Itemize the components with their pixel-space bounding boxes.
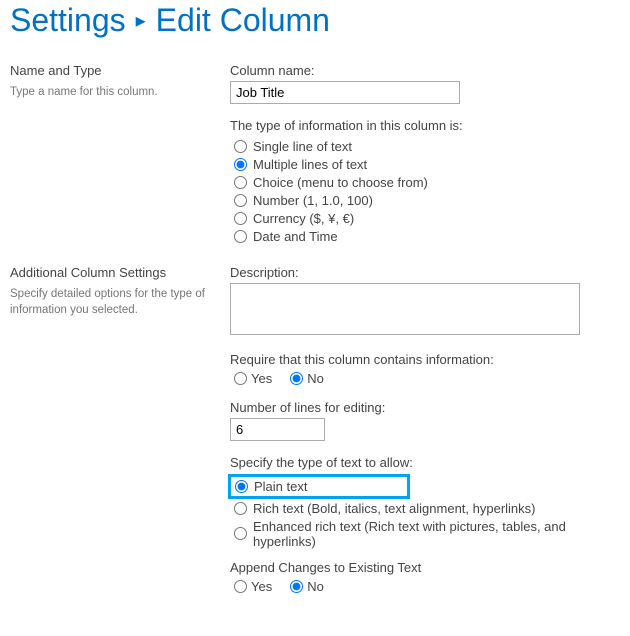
require-no-label[interactable]: No xyxy=(307,371,324,386)
numlines-input[interactable] xyxy=(230,418,325,441)
plain-text-highlight: Plain text xyxy=(228,474,410,499)
breadcrumb: Settings ▸ Edit Column xyxy=(10,2,620,39)
texttype-rich-label[interactable]: Rich text (Bold, italics, text alignment… xyxy=(253,501,536,516)
type-choice-radio[interactable] xyxy=(234,176,247,189)
type-radio-list: Single line of text Multiple lines of te… xyxy=(230,137,620,245)
chevron-right-icon: ▸ xyxy=(136,8,146,33)
require-label: Require that this column contains inform… xyxy=(230,352,620,367)
texttype-plain-label[interactable]: Plain text xyxy=(254,479,307,494)
section-name-and-type: Name and Type Type a name for this colum… xyxy=(10,63,620,245)
texttype-rich-radio[interactable] xyxy=(234,502,247,515)
type-currency-radio[interactable] xyxy=(234,212,247,225)
section-additional-settings: Additional Column Settings Specify detai… xyxy=(10,265,620,594)
name-type-desc: Type a name for this column. xyxy=(10,84,214,100)
breadcrumb-current: Edit Column xyxy=(156,2,330,39)
append-yes-label[interactable]: Yes xyxy=(251,579,272,594)
description-label: Description: xyxy=(230,265,620,280)
texttype-enhanced-radio[interactable] xyxy=(234,527,247,540)
require-no-radio[interactable] xyxy=(290,372,303,385)
additional-desc: Specify detailed options for the type of… xyxy=(10,286,214,318)
type-single-label[interactable]: Single line of text xyxy=(253,139,352,154)
require-yes-radio[interactable] xyxy=(234,372,247,385)
type-multi-label[interactable]: Multiple lines of text xyxy=(253,157,367,172)
append-yes-radio[interactable] xyxy=(234,580,247,593)
breadcrumb-settings-link[interactable]: Settings xyxy=(10,2,126,39)
type-currency-label[interactable]: Currency ($, ¥, €) xyxy=(253,211,354,226)
type-multi-radio[interactable] xyxy=(234,158,247,171)
require-yes-label[interactable]: Yes xyxy=(251,371,272,386)
type-number-radio[interactable] xyxy=(234,194,247,207)
column-name-label: Column name: xyxy=(230,63,620,78)
type-single-radio[interactable] xyxy=(234,140,247,153)
column-name-input[interactable] xyxy=(230,81,460,104)
type-info-label: The type of information in this column i… xyxy=(230,118,620,133)
name-type-heading: Name and Type xyxy=(10,63,214,78)
additional-heading: Additional Column Settings xyxy=(10,265,214,280)
type-datetime-radio[interactable] xyxy=(234,230,247,243)
append-label: Append Changes to Existing Text xyxy=(230,560,620,575)
texttype-label: Specify the type of text to allow: xyxy=(230,455,620,470)
type-number-label[interactable]: Number (1, 1.0, 100) xyxy=(253,193,373,208)
texttype-enhanced-label[interactable]: Enhanced rich text (Rich text with pictu… xyxy=(253,519,620,549)
append-no-radio[interactable] xyxy=(290,580,303,593)
numlines-label: Number of lines for editing: xyxy=(230,400,620,415)
type-datetime-label[interactable]: Date and Time xyxy=(253,229,338,244)
append-no-label[interactable]: No xyxy=(307,579,324,594)
description-textarea[interactable] xyxy=(230,283,580,335)
type-choice-label[interactable]: Choice (menu to choose from) xyxy=(253,175,428,190)
texttype-plain-radio[interactable] xyxy=(235,480,248,493)
